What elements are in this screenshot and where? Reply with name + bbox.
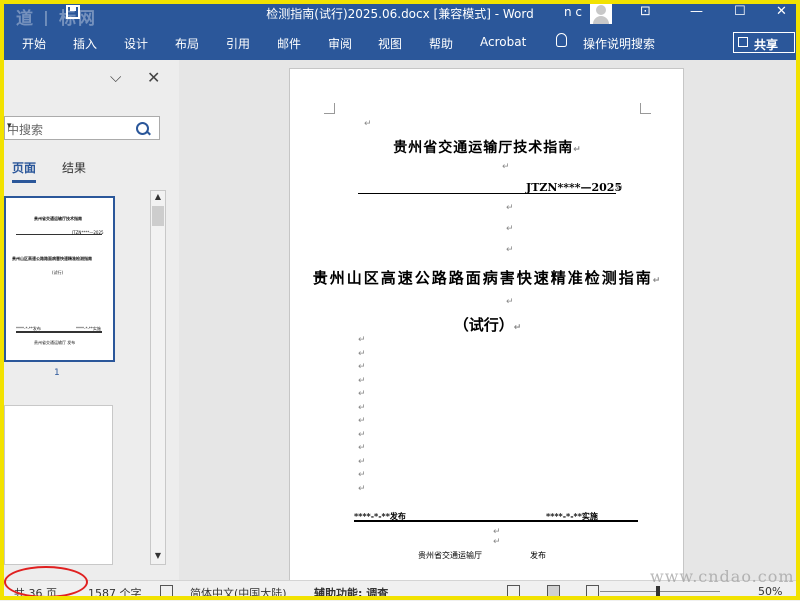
doc-subtitle-line: （试行）↵	[290, 314, 685, 335]
red-annotation-circle	[4, 566, 88, 598]
tab-references[interactable]: 引用	[226, 35, 250, 52]
share-button[interactable]: 共享	[733, 32, 795, 53]
paragraph-mark: ↵	[493, 527, 501, 537]
paragraph-mark: ↵	[513, 323, 522, 333]
tab-insert[interactable]: 插入	[73, 35, 97, 52]
lightbulb-icon	[556, 33, 567, 47]
window-title: 检测指南(试行)2025.06.docx [兼容模式] - Word	[266, 7, 534, 21]
search-icon[interactable]	[136, 122, 149, 135]
share-label: 共享	[754, 38, 779, 52]
document-page[interactable]: ↵ 贵州省交通运输厅技术指南↵ ↵ JTZN****—2025 ↵ ↵ ↵ ↵ …	[289, 68, 684, 588]
zoom-level[interactable]: 50%	[758, 585, 782, 598]
site-watermark: www.cndao.com	[650, 567, 795, 586]
crop-mark	[640, 103, 651, 114]
paragraph-mark: ↵	[506, 203, 514, 213]
proofing-icon[interactable]	[160, 585, 173, 597]
tab-mailings[interactable]: 邮件	[277, 35, 301, 52]
accessibility-status[interactable]: 辅助功能: 调查	[314, 585, 388, 601]
doc-subtitle: （试行）	[453, 316, 514, 334]
paragraph-mark: ↵	[506, 245, 514, 255]
tab-design[interactable]: 设计	[124, 35, 148, 52]
paragraph-mark: ↵	[358, 416, 366, 426]
paragraph-mark: ↵	[358, 429, 366, 440]
doc-issuer: 贵州省交通运输厅	[418, 551, 482, 560]
share-icon	[738, 37, 748, 47]
ribbon-display-options-icon[interactable]: ⊡	[640, 4, 651, 19]
paragraph-mark: ↵	[358, 362, 366, 372]
page-thumbnail-2[interactable]	[4, 405, 113, 565]
search-placeholder: 中搜索	[7, 123, 44, 137]
search-input[interactable]: 中搜索 ▾	[4, 116, 160, 140]
doc-code: JTZN****—2025	[526, 181, 623, 194]
cursor-paragraph-mark: ↵	[364, 119, 372, 129]
paragraph-mark: ↵	[573, 145, 582, 155]
doc-title-line: 贵州山区高速公路路面病害快速精准检测指南↵	[290, 267, 685, 288]
paragraph-mark: ↵	[652, 276, 663, 286]
paragraph-mark: ↵	[506, 224, 514, 234]
tab-home[interactable]: 开始	[22, 35, 46, 52]
scroll-down-icon[interactable]: ▼	[153, 551, 163, 563]
publish-rule	[354, 520, 638, 522]
print-layout-icon[interactable]	[547, 585, 560, 597]
read-mode-icon[interactable]	[507, 585, 520, 597]
title-bar: 道 | 标网 检测指南(试行)2025.06.docx [兼容模式] - Wor…	[0, 0, 800, 29]
thumb-header: 贵州省交通运输厅技术指南	[34, 216, 82, 221]
tell-me-search[interactable]: 操作说明搜索	[583, 35, 655, 52]
paragraph-mark: ↵	[358, 375, 366, 386]
zoom-slider-thumb[interactable]	[656, 586, 660, 597]
tab-results[interactable]: 结果	[62, 159, 86, 176]
thumb-title: 贵州山区高速公路路面病害快速精准检测指南	[12, 256, 92, 261]
current-page-marker: 1	[54, 368, 60, 378]
thumb-issuer: 贵州省交通运输厅 发布	[34, 340, 76, 345]
tab-view[interactable]: 视图	[378, 35, 402, 52]
search-dropdown-icon[interactable]: ▾	[7, 121, 12, 131]
close-icon[interactable]: ✕	[147, 68, 160, 87]
thumb-code: JTZN****—2025	[72, 230, 104, 235]
paragraph-mark: ↵	[616, 184, 624, 194]
thumb-trial: (试行)	[52, 270, 64, 275]
paragraph-mark: ↵	[493, 537, 501, 547]
thumb-rule-bottom	[16, 331, 102, 333]
navigation-pane: ⌵ ✕ 中搜索 ▾ 页面 结果 贵州省交通运输厅技术指南 JTZN****—20…	[4, 60, 179, 580]
user-name[interactable]: n c	[564, 5, 582, 19]
page-thumbnail-1[interactable]: 贵州省交通运输厅技术指南 JTZN****—2025 贵州山区高速公路路面病害快…	[4, 196, 115, 362]
paragraph-mark: ↵	[358, 470, 366, 480]
minimize-icon[interactable]: —	[690, 4, 703, 19]
close-window-icon[interactable]: ✕	[776, 4, 787, 19]
crop-mark	[324, 103, 335, 114]
tab-review[interactable]: 审阅	[328, 35, 352, 52]
language[interactable]: 简体中文(中国大陆)	[190, 585, 287, 601]
paragraph-mark: ↵	[502, 162, 510, 172]
paragraph-mark: ↵	[506, 297, 514, 307]
scrollbar-thumb[interactable]	[152, 206, 164, 226]
maximize-icon[interactable]: ☐	[734, 4, 746, 19]
paragraph-mark: ↵	[358, 456, 366, 467]
avatar[interactable]	[590, 2, 612, 24]
paragraph-mark: ↵	[358, 443, 366, 453]
paragraph-mark: ↵	[358, 348, 366, 359]
tab-help[interactable]: 帮助	[429, 35, 453, 52]
nav-scrollbar[interactable]: ▲ ▼	[150, 190, 166, 565]
paragraph-mark: ↵	[358, 335, 366, 345]
doc-header: 贵州省交通运输厅技术指南	[393, 140, 574, 156]
paragraph-mark: ↵	[358, 402, 366, 413]
paragraph-mark: ↵	[358, 389, 366, 399]
tab-pages[interactable]: 页面	[12, 159, 37, 183]
scroll-up-icon[interactable]: ▲	[153, 192, 163, 204]
zoom-slider[interactable]	[600, 591, 720, 592]
tab-layout[interactable]: 布局	[175, 35, 199, 52]
web-layout-icon[interactable]	[586, 585, 599, 597]
doc-title: 贵州山区高速公路路面病害快速精准检测指南	[312, 269, 653, 287]
ribbon-tabs: 开始 插入 设计 布局 引用 邮件 审阅 视图 帮助 Acrobat 操作说明搜…	[0, 26, 800, 60]
doc-issued: 发布	[530, 551, 546, 560]
chevron-down-icon[interactable]: ⌵	[110, 68, 121, 86]
word-count[interactable]: 1587 个字	[88, 585, 142, 601]
doc-header-line: 贵州省交通运输厅技术指南↵	[290, 137, 685, 157]
paragraph-mark: ↵	[358, 483, 366, 494]
tab-acrobat[interactable]: Acrobat	[480, 35, 526, 49]
